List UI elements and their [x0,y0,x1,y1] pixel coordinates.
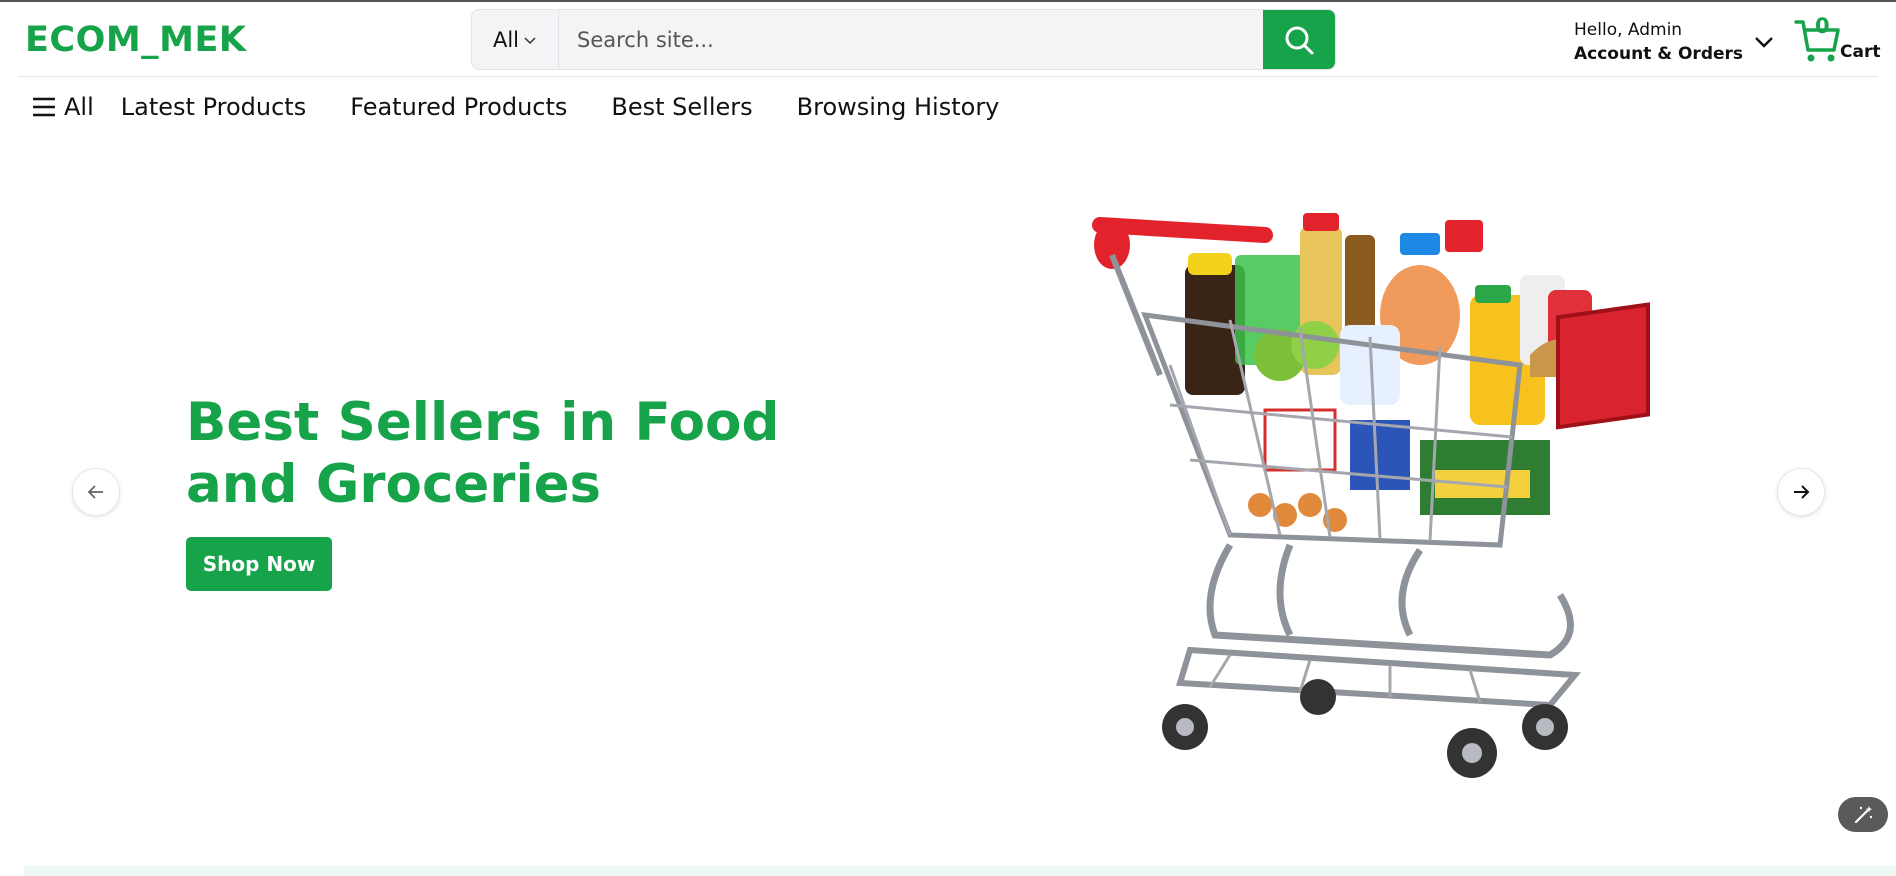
carousel-prev-button[interactable] [72,468,120,516]
nav-link-browsing-history[interactable]: Browsing History [797,93,1000,121]
account-text: Hello, Admin Account & Orders [1574,18,1743,66]
site-logo[interactable]: ECOM_MEK [25,20,247,60]
account-orders-label: Account & Orders [1574,44,1744,64]
account-menu[interactable]: Hello, Admin Account & Orders [1574,18,1775,66]
next-section-band [24,866,1896,876]
cart-label: Cart [1840,42,1881,62]
shopping-cart-image [1092,213,1650,778]
search-category-label: All [492,27,520,52]
search-button[interactable] [1263,10,1335,69]
search-icon [1285,26,1314,54]
nav-link-featured-products[interactable]: Featured Products [350,93,567,121]
nav-link-best-sellers[interactable]: Best Sellers [611,93,752,121]
cart-button[interactable]: 0 Cart [1792,14,1892,66]
nav-link-latest-products[interactable]: Latest Products [121,93,306,121]
magic-wand-icon [1854,805,1873,823]
arrow-right-icon [1794,485,1810,499]
nav-all-menu[interactable]: All [32,93,94,121]
header-divider [18,76,1878,77]
cart-count: 0 [1815,14,1830,38]
site-header: ECOM_MEK All Hello, Admin Account & Orde… [0,2,1896,76]
chevron-down-icon [1755,37,1773,48]
search-category-select[interactable]: All [472,10,559,69]
search-input[interactable] [559,10,1263,69]
main-nav: All Latest Products Featured Products Be… [32,90,1043,124]
arrow-left-icon [87,485,103,499]
hamburger-menu-icon [33,97,55,117]
search-bar: All [471,9,1336,70]
nav-all-label: All [64,93,94,121]
carousel-next-button[interactable] [1777,468,1825,516]
account-greeting: Hello, Admin [1574,20,1683,40]
chevron-down-icon [524,36,536,44]
shop-now-button[interactable]: Shop Now [186,537,332,591]
hero-title: Best Sellers in Food and Groceries [186,392,780,515]
magic-wand-button[interactable] [1838,797,1888,832]
